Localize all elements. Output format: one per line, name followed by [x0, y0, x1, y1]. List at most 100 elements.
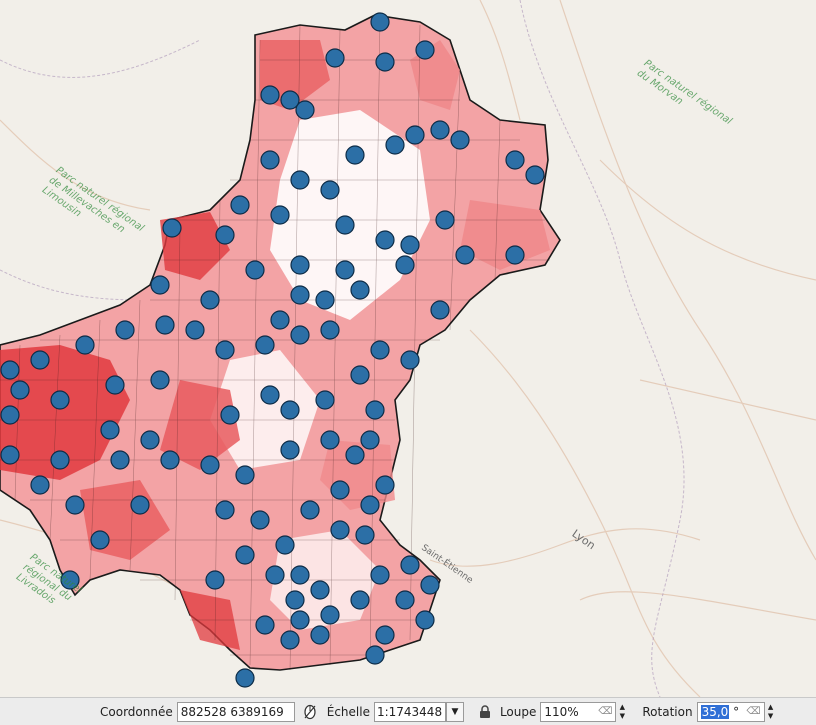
- point-marker: [325, 48, 345, 68]
- point-marker: [265, 565, 285, 585]
- chevron-down-icon: ▼: [451, 706, 459, 717]
- point-marker: [280, 400, 300, 420]
- point-marker: [270, 310, 290, 330]
- point-marker: [360, 495, 380, 515]
- point-marker: [345, 445, 365, 465]
- point-marker: [185, 320, 205, 340]
- point-marker: [115, 320, 135, 340]
- point-marker: [235, 668, 255, 688]
- point-marker: [395, 255, 415, 275]
- point-marker: [0, 360, 20, 380]
- rotation-field[interactable]: 35,0 ° ⌫: [696, 701, 765, 722]
- clear-rotation-icon[interactable]: ⌫: [746, 706, 760, 717]
- point-marker: [130, 495, 150, 515]
- point-marker: [280, 630, 300, 650]
- point-marker: [315, 290, 335, 310]
- point-marker: [375, 475, 395, 495]
- point-marker: [370, 565, 390, 585]
- map-canvas[interactable]: Parc naturel régional du Morvan Parc nat…: [0, 0, 816, 697]
- point-marker: [455, 245, 475, 265]
- magnifier-spinner[interactable]: ▲ ▼: [616, 702, 628, 722]
- point-marker: [30, 475, 50, 495]
- point-marker: [162, 218, 182, 238]
- point-marker: [30, 350, 50, 370]
- point-marker: [350, 590, 370, 610]
- point-marker: [290, 170, 310, 190]
- mouse-toggle-icon[interactable]: [301, 703, 319, 721]
- point-marker: [375, 52, 395, 72]
- coordinate-field[interactable]: 882528 6389169: [176, 701, 295, 722]
- spin-up-icon[interactable]: ▲: [620, 703, 625, 712]
- point-marker: [385, 135, 405, 155]
- point-marker: [420, 575, 440, 595]
- point-marker: [525, 165, 545, 185]
- coordinate-label: Coordonnée: [100, 704, 173, 719]
- point-marker: [290, 255, 310, 275]
- point-marker: [435, 210, 455, 230]
- point-marker: [370, 12, 390, 32]
- clear-icon[interactable]: ⌫: [598, 706, 612, 717]
- point-marker: [160, 450, 180, 470]
- point-marker: [350, 365, 370, 385]
- scale-value: 1:1743448: [376, 704, 443, 719]
- point-marker: [315, 390, 335, 410]
- rotation-value: 35,0: [700, 704, 730, 719]
- point-marker: [310, 625, 330, 645]
- point-marker: [270, 205, 290, 225]
- point-marker: [75, 335, 95, 355]
- point-marker: [280, 440, 300, 460]
- point-marker: [250, 510, 270, 530]
- point-marker: [215, 225, 235, 245]
- rotation-label: Rotation: [642, 704, 693, 719]
- point-marker: [110, 450, 130, 470]
- scale-combobox[interactable]: 1:1743448: [373, 701, 446, 722]
- status-bar: Coordonnée 882528 6389169 Échelle 1:1743…: [0, 697, 816, 725]
- spin-down-icon[interactable]: ▼: [768, 712, 773, 721]
- point-marker: [290, 565, 310, 585]
- spin-up-icon[interactable]: ▲: [768, 703, 773, 712]
- point-marker: [400, 555, 420, 575]
- lock-scale-icon[interactable]: [476, 703, 494, 721]
- point-marker: [0, 405, 20, 425]
- point-marker: [245, 260, 265, 280]
- point-marker: [200, 290, 220, 310]
- point-marker: [0, 445, 20, 465]
- scale-label: Échelle: [326, 704, 370, 719]
- point-marker: [395, 590, 415, 610]
- point-marker: [300, 500, 320, 520]
- point-marker: [50, 390, 70, 410]
- point-marker: [320, 605, 340, 625]
- coordinate-value: 882528 6389169: [180, 704, 284, 719]
- point-marker: [150, 370, 170, 390]
- scale-dropdown-button[interactable]: ▼: [445, 701, 464, 722]
- spin-down-icon[interactable]: ▼: [620, 712, 625, 721]
- point-marker: [260, 85, 280, 105]
- point-marker: [285, 590, 305, 610]
- point-marker: [375, 230, 395, 250]
- point-marker: [450, 130, 470, 150]
- point-marker: [290, 285, 310, 305]
- point-marker: [320, 430, 340, 450]
- point-marker: [150, 275, 170, 295]
- point-marker: [105, 375, 125, 395]
- point-marker: [370, 340, 390, 360]
- point-marker: [415, 610, 435, 630]
- point-marker: [400, 350, 420, 370]
- rotation-spinner[interactable]: ▲ ▼: [765, 702, 777, 722]
- point-marker: [320, 180, 340, 200]
- point-marker: [230, 195, 250, 215]
- point-marker: [505, 245, 525, 265]
- point-marker: [255, 335, 275, 355]
- magnifier-field[interactable]: 110% ⌫: [540, 701, 617, 722]
- point-marker: [235, 545, 255, 565]
- point-marker: [10, 380, 30, 400]
- point-marker: [415, 40, 435, 60]
- point-marker: [50, 450, 70, 470]
- point-marker: [365, 645, 385, 665]
- point-marker: [355, 525, 375, 545]
- point-marker: [330, 480, 350, 500]
- point-marker: [260, 385, 280, 405]
- point-marker: [505, 150, 525, 170]
- point-marker: [400, 235, 420, 255]
- point-marker: [290, 610, 310, 630]
